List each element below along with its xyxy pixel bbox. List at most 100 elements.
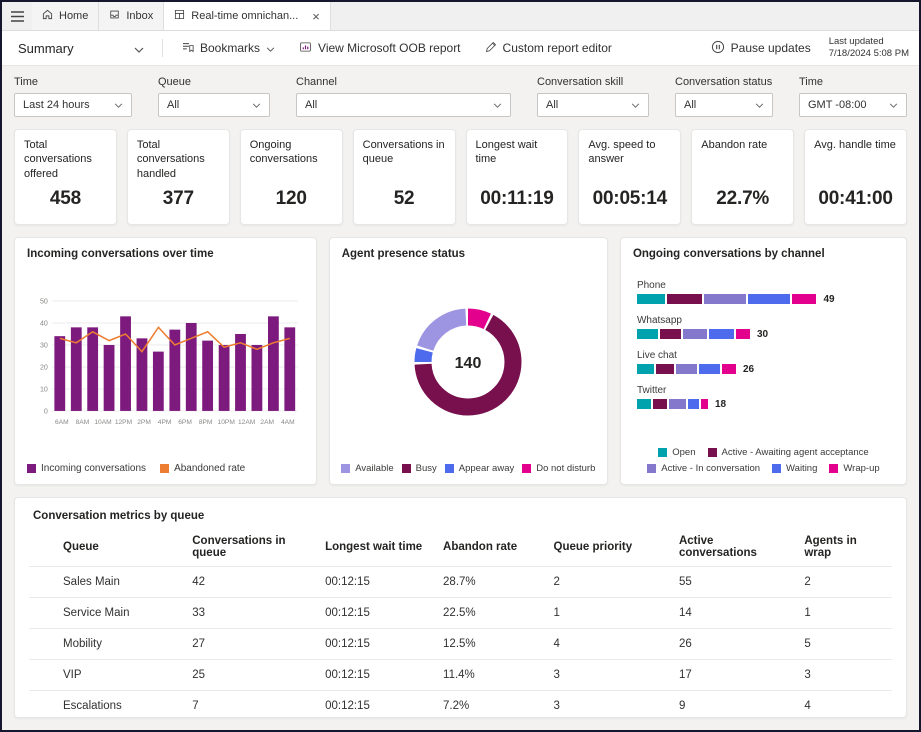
svg-text:12PM: 12PM xyxy=(115,419,132,426)
table-cell: 4 xyxy=(546,629,671,660)
svg-text:8AM: 8AM xyxy=(76,419,90,426)
bar-segment[interactable] xyxy=(736,329,750,339)
report-grid-icon xyxy=(174,9,185,23)
chevron-down-icon xyxy=(755,99,764,111)
kpi-avg-speed-answer: Avg. speed to answer 00:05:14 xyxy=(578,129,681,225)
chevron-down-icon xyxy=(631,99,640,111)
bar-segment[interactable] xyxy=(699,364,720,374)
channel-label: Whatsapp xyxy=(637,315,894,326)
table-cell: VIP xyxy=(29,660,184,691)
table-cell: 00:12:15 xyxy=(317,567,435,598)
svg-text:8PM: 8PM xyxy=(199,419,213,426)
column-header[interactable]: Longest wait time xyxy=(317,528,435,567)
table-cell: 5 xyxy=(796,629,892,660)
table-cell: Escalations xyxy=(29,691,184,719)
filter-conversation-status: Conversation status All xyxy=(675,76,773,117)
filter-skill-select[interactable]: All xyxy=(537,93,649,117)
filter-time-select[interactable]: Last 24 hours xyxy=(14,93,132,117)
filter-label: Queue xyxy=(158,76,270,88)
filter-timezone-select[interactable]: GMT -08:00 xyxy=(799,93,907,117)
table-cell: 17 xyxy=(671,660,796,691)
bar-segment[interactable] xyxy=(704,294,746,304)
tab-inbox[interactable]: Inbox xyxy=(99,2,164,30)
table-cell: 7 xyxy=(184,691,317,719)
bookmarks-label: Bookmarks xyxy=(200,41,260,55)
bar-segment[interactable] xyxy=(653,399,667,409)
bar-segment[interactable] xyxy=(637,364,655,374)
custom-report-editor-button[interactable]: Custom report editor xyxy=(479,37,618,60)
bar-segment[interactable] xyxy=(656,364,674,374)
legend-swatch xyxy=(27,464,36,473)
column-header[interactable]: Agents in wrap xyxy=(796,528,892,567)
bar-segment[interactable] xyxy=(637,294,665,304)
filter-label: Conversation skill xyxy=(537,76,649,88)
filter-queue-select[interactable]: All xyxy=(158,93,270,117)
bar-segment[interactable] xyxy=(637,329,658,339)
tab-home[interactable]: Home xyxy=(32,2,99,30)
legend-swatch xyxy=(829,464,838,473)
channel-label: Phone xyxy=(637,280,894,291)
table-row: Sales Main4200:12:1528.7%2552 xyxy=(29,567,892,598)
legend-swatch xyxy=(522,464,531,473)
filter-label: Conversation status xyxy=(675,76,773,88)
legend-swatch xyxy=(402,464,411,473)
bar-segment[interactable] xyxy=(722,364,736,374)
chevron-down-icon xyxy=(134,41,144,56)
bar-segment[interactable] xyxy=(688,399,699,409)
column-header[interactable]: Abandon rate xyxy=(435,528,546,567)
filter-channel-select[interactable]: All xyxy=(296,93,511,117)
table-cell: 3 xyxy=(546,660,671,691)
bar-segment[interactable] xyxy=(748,294,790,304)
page-selector-dropdown[interactable]: Summary xyxy=(12,37,150,60)
bar-segment[interactable] xyxy=(683,329,708,339)
chevron-down-icon xyxy=(252,99,261,111)
filter-timezone: Time GMT -08:00 xyxy=(799,76,907,117)
filter-time: Time Last 24 hours xyxy=(14,76,132,117)
bar-segment[interactable] xyxy=(637,399,651,409)
kpi-value: 120 xyxy=(250,188,333,214)
tab-realtime-report[interactable]: Real-time omnichan... × xyxy=(164,2,331,30)
filter-conversation-skill: Conversation skill All xyxy=(537,76,649,117)
table-cell: 28.7% xyxy=(435,567,546,598)
legend-swatch xyxy=(160,464,169,473)
bar-segment[interactable] xyxy=(709,329,734,339)
svg-text:10AM: 10AM xyxy=(94,419,111,426)
view-oob-report-button[interactable]: View Microsoft OOB report xyxy=(293,37,467,60)
legend-item: Active - In conversation xyxy=(647,463,760,474)
last-updated-label: Last updated xyxy=(829,36,909,48)
pause-updates-button[interactable]: Pause updates xyxy=(705,36,817,61)
close-tab-icon[interactable]: × xyxy=(312,10,320,23)
bar-line-chart[interactable]: 010203040506AM8AM10AM12PM2PM4PM6PM8PM10P… xyxy=(27,266,304,463)
bar-segment[interactable] xyxy=(701,399,708,409)
svg-text:12AM: 12AM xyxy=(238,419,255,426)
stacked-bar-chart[interactable]: Phone49Whatsapp30Live chat26Twitter18 xyxy=(633,266,894,447)
column-header[interactable]: Queue xyxy=(29,528,184,567)
chart-legend: Incoming conversationsAbandoned rate xyxy=(27,463,304,474)
bar-segment[interactable] xyxy=(667,294,702,304)
bookmarks-button[interactable]: Bookmarks xyxy=(175,37,281,60)
column-header[interactable]: Active conversations xyxy=(671,528,796,567)
table-cell: Service Main xyxy=(29,598,184,629)
channel-total: 18 xyxy=(715,399,726,410)
table-cell: 7.2% xyxy=(435,691,546,719)
bar-segment[interactable] xyxy=(669,399,687,409)
column-header[interactable]: Conversations in queue xyxy=(184,528,317,567)
table-cell: 00:12:15 xyxy=(317,691,435,719)
bar-segment[interactable] xyxy=(792,294,817,304)
svg-text:10: 10 xyxy=(40,385,48,393)
svg-text:6PM: 6PM xyxy=(178,419,192,426)
chevron-down-icon xyxy=(493,99,502,111)
donut-chart[interactable]: 140 xyxy=(398,300,538,430)
column-header[interactable]: Queue priority xyxy=(546,528,671,567)
table-cell: 1 xyxy=(796,598,892,629)
table-cell: Mobility xyxy=(29,629,184,660)
bar-segment[interactable] xyxy=(660,329,681,339)
filter-status-select[interactable]: All xyxy=(675,93,773,117)
hamburger-menu-icon[interactable] xyxy=(2,2,32,30)
table-cell: 3 xyxy=(546,691,671,719)
kpi-total-offered: Total conversations offered 458 xyxy=(14,129,117,225)
app-tab-bar: Home Inbox Real-time omnichan... × xyxy=(2,2,919,31)
bar-segment[interactable] xyxy=(676,364,697,374)
legend-item: Busy xyxy=(402,463,437,474)
filter-value: All xyxy=(684,99,696,111)
